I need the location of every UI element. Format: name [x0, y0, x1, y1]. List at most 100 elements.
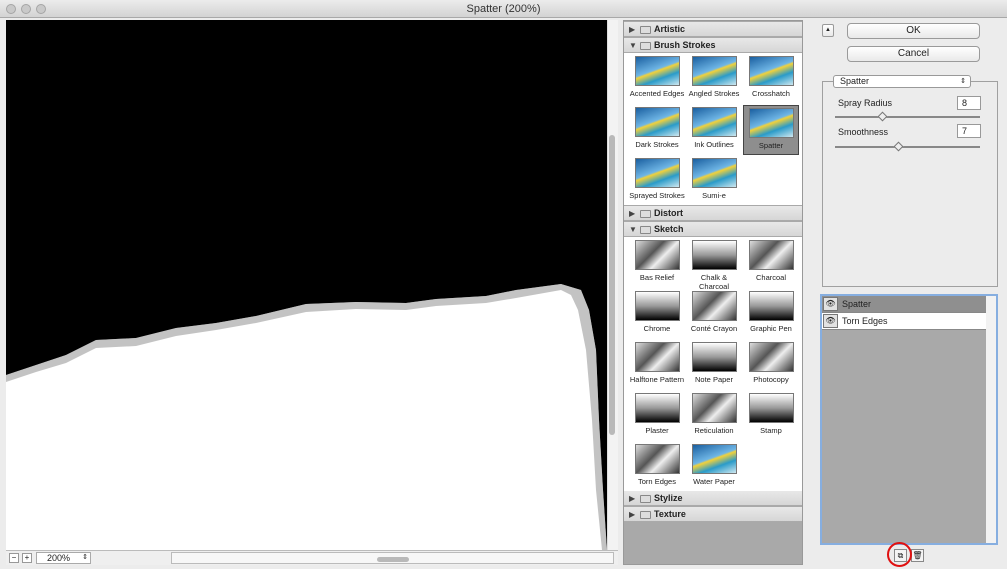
filter-thumb-torn-edges[interactable]: Torn Edges	[629, 442, 685, 492]
category-texture[interactable]: ▶ Texture	[624, 507, 802, 522]
filter-thumb-note-paper[interactable]: Note Paper	[686, 340, 742, 390]
minimize-button[interactable]	[21, 4, 31, 14]
horizontal-scrollbar[interactable]	[171, 552, 614, 564]
filter-preview-image	[634, 56, 680, 86]
filter-label: Graphic Pen	[750, 324, 792, 333]
filter-preview-image	[691, 56, 737, 86]
category-artistic[interactable]: ▶ Artistic	[624, 22, 802, 37]
spray-radius-slider[interactable]	[835, 116, 980, 118]
stepper-icon: ⇕	[960, 78, 966, 85]
layer-name: Torn Edges	[842, 316, 888, 326]
category-label: Brush Strokes	[654, 40, 716, 50]
layer-name: Spatter	[842, 299, 872, 309]
zoom-out-button[interactable]: −	[9, 553, 19, 563]
spray-radius-input[interactable]: 8	[957, 96, 981, 110]
disclosure-right-icon: ▶	[629, 25, 636, 34]
preview-canvas[interactable]	[6, 20, 607, 550]
effect-layer-spatter[interactable]: 👁 Spatter	[822, 296, 986, 313]
spray-radius-label: Spray Radius	[838, 98, 893, 108]
zoom-button[interactable]	[36, 4, 46, 14]
disclosure-down-icon: ▼	[629, 225, 637, 234]
filter-label: Note Paper	[695, 375, 733, 384]
filter-thumb-chrome[interactable]: Chrome	[629, 289, 685, 339]
filter-preview-image	[691, 158, 737, 188]
smoothness-slider[interactable]	[835, 146, 980, 148]
vertical-scroll-thumb[interactable]	[609, 135, 615, 435]
filter-thumb-plaster[interactable]: Plaster	[629, 391, 685, 441]
filter-thumb-crosshatch[interactable]: Crosshatch	[743, 54, 799, 104]
filter-thumb-angled-strokes[interactable]: Angled Strokes	[686, 54, 742, 104]
filter-gallery: ▶ Artistic ▼ Brush Strokes Accented Edges A…	[623, 20, 803, 565]
eye-icon[interactable]: 👁	[823, 297, 838, 311]
close-button[interactable]	[6, 4, 16, 14]
filter-thumb-photocopy[interactable]: Photocopy	[743, 340, 799, 390]
filter-preview-image	[634, 393, 680, 423]
title-bar: Spatter (200%)	[0, 0, 1007, 18]
effect-layers-list: 👁 Spatter 👁 Torn Edges	[820, 294, 998, 545]
filter-preview-image	[691, 291, 737, 321]
filter-thumb-reticulation[interactable]: Reticulation	[686, 391, 742, 441]
folder-icon	[640, 42, 651, 50]
filter-label: Torn Edges	[638, 477, 676, 486]
filter-preview-image	[691, 393, 737, 423]
filter-thumb-bas-relief[interactable]: Bas Relief	[629, 238, 685, 288]
filter-thumb-halftone-pattern[interactable]: Halftone Pattern	[629, 340, 685, 390]
trash-icon[interactable]: 🗑	[911, 549, 924, 562]
effect-layer-torn-edges[interactable]: 👁 Torn Edges	[822, 313, 986, 330]
smoothness-input[interactable]: 7	[957, 124, 981, 138]
filter-thumb-chalk-charcoal[interactable]: Chalk & Charcoal	[686, 238, 742, 291]
category-label: Distort	[654, 208, 683, 218]
filter-thumb-ink-outlines[interactable]: Ink Outlines	[686, 105, 742, 155]
filter-label: Reticulation	[694, 426, 734, 435]
filter-select[interactable]: Spatter ⇕	[833, 75, 971, 88]
horizontal-scroll-thumb[interactable]	[377, 557, 409, 562]
filter-preview-image	[748, 342, 794, 372]
filter-thumb-stamp[interactable]: Stamp	[743, 391, 799, 441]
filter-label: Photocopy	[753, 375, 789, 384]
filter-thumb-sumi-e[interactable]: Sumi-e	[686, 156, 742, 206]
brush-strokes-grid: Accented Edges Angled Strokes Crosshatch Da…	[624, 53, 802, 205]
filter-preview-image	[691, 107, 737, 137]
filter-label: Bas Relief	[639, 273, 675, 282]
filter-label: Spatter	[758, 141, 784, 150]
category-stylize[interactable]: ▶ Stylize	[624, 491, 802, 506]
disclosure-right-icon: ▶	[629, 209, 636, 218]
zoom-level-value: 200%	[47, 553, 71, 563]
category-label: Sketch	[654, 224, 684, 234]
eye-icon[interactable]: 👁	[823, 314, 838, 328]
filter-thumb-water-paper[interactable]: Water Paper	[686, 442, 742, 492]
category-distort[interactable]: ▶ Distort	[624, 206, 802, 221]
stepper-icon: ⇕	[82, 554, 88, 561]
zoom-level-select[interactable]: 200% ⇕	[36, 552, 91, 564]
filter-thumb-charcoal[interactable]: Charcoal	[743, 238, 799, 288]
filter-preview-image	[748, 56, 794, 86]
disclosure-right-icon: ▶	[629, 510, 636, 519]
layers-scrollbar[interactable]	[986, 296, 996, 543]
filter-thumb-dark-strokes[interactable]: Dark Strokes	[629, 105, 685, 155]
filter-label: Chrome	[643, 324, 671, 333]
filter-preview-image	[634, 342, 680, 372]
cancel-button[interactable]: Cancel	[847, 46, 980, 62]
ok-button[interactable]: OK	[847, 23, 980, 39]
filter-preview-image	[691, 444, 737, 474]
filter-thumb-spatter[interactable]: Spatter	[743, 105, 799, 155]
collapse-button[interactable]: ▲	[822, 24, 834, 37]
filter-label: Plaster	[645, 426, 669, 435]
filter-thumb-sprayed-strokes[interactable]: Sprayed Strokes	[629, 156, 685, 206]
disclosure-right-icon: ▶	[629, 494, 636, 503]
filter-preview-image	[748, 393, 794, 423]
category-brush-strokes[interactable]: ▼ Brush Strokes	[624, 38, 802, 53]
category-sketch[interactable]: ▼ Sketch	[624, 222, 802, 237]
zoom-in-button[interactable]: +	[22, 553, 32, 563]
filter-preview-image	[634, 444, 680, 474]
category-label: Stylize	[654, 493, 683, 503]
filter-thumb-accented-edges[interactable]: Accented Edges	[629, 54, 685, 104]
preview-image	[6, 284, 607, 550]
filter-preview-image	[691, 342, 737, 372]
filter-thumb-cont-crayon[interactable]: Conté Crayon	[686, 289, 742, 339]
folder-icon	[640, 26, 651, 34]
category-label: Texture	[654, 509, 686, 519]
filter-label: Halftone Pattern	[629, 375, 685, 384]
filter-thumb-graphic-pen[interactable]: Graphic Pen	[743, 289, 799, 339]
filter-label: Water Paper	[693, 477, 735, 486]
